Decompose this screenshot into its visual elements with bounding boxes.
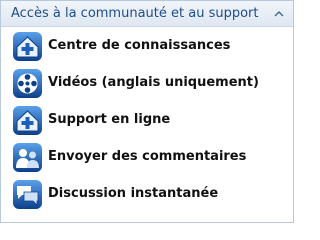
online-support-icon — [13, 106, 42, 135]
videos-link[interactable]: Vidéos (anglais uniquement) — [1, 65, 293, 102]
film-reel-icon — [13, 69, 42, 98]
knowledge-center-icon — [13, 32, 42, 61]
chat-bubbles-icon — [13, 180, 42, 209]
users-feedback-icon — [13, 143, 42, 172]
send-feedback-label: Envoyer des commentaires — [48, 149, 247, 164]
knowledge-center-label: Centre de connaissances — [48, 38, 231, 53]
send-feedback-link[interactable]: Envoyer des commentaires — [1, 139, 293, 176]
community-support-panel: Accès à la communauté et au support Cent… — [0, 0, 294, 223]
instant-chat-link[interactable]: Discussion instantanée — [1, 176, 293, 213]
panel-header: Accès à la communauté et au support — [1, 1, 293, 27]
online-support-link[interactable]: Support en ligne — [1, 102, 293, 139]
chevron-up-icon[interactable] — [274, 10, 284, 17]
panel-title: Accès à la communauté et au support — [11, 6, 259, 21]
instant-chat-label: Discussion instantanée — [48, 186, 219, 201]
knowledge-center-link[interactable]: Centre de connaissances — [1, 28, 293, 65]
support-link-list: Centre de connaissances Vidéos (anglais — [1, 28, 293, 213]
videos-label: Vidéos (anglais uniquement) — [48, 75, 259, 90]
online-support-label: Support en ligne — [48, 112, 171, 127]
